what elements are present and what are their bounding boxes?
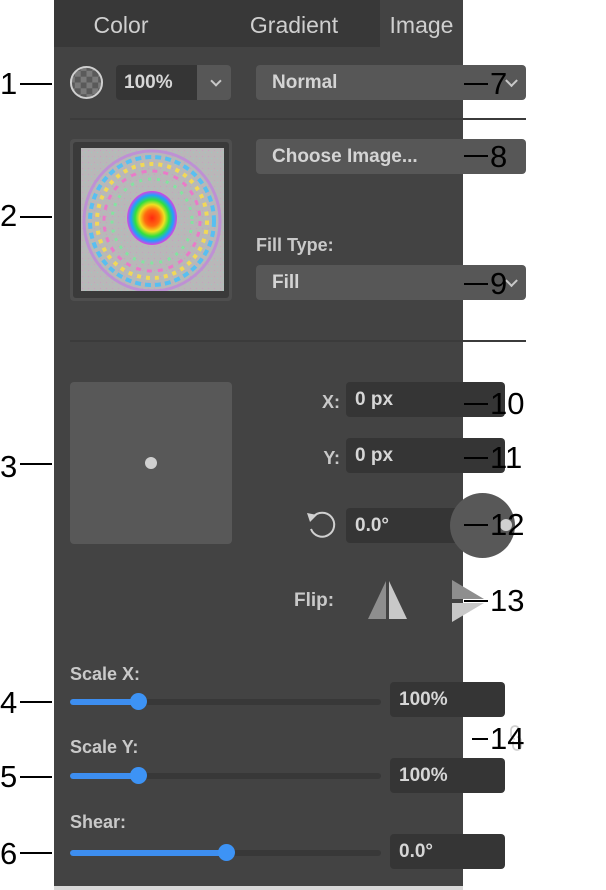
callout-14: 14 <box>490 721 525 756</box>
tab-image[interactable]: Image <box>380 0 463 47</box>
callout-line <box>20 852 52 854</box>
scale-x-label: Scale X: <box>70 664 141 684</box>
callout-line <box>464 155 488 157</box>
shear-input[interactable]: 0.0° <box>390 834 505 869</box>
slider-thumb[interactable] <box>217 844 235 861</box>
callout-line <box>464 283 488 285</box>
scale-y-slider[interactable] <box>70 766 381 786</box>
scale-y-label: Scale Y: <box>70 737 139 757</box>
callout-5: 5 <box>0 759 18 794</box>
tab-gradient[interactable]: Gradient <box>229 0 359 47</box>
panel-edge <box>54 886 463 890</box>
chevron-down-icon <box>210 74 222 87</box>
scale-x-input[interactable]: 100% <box>390 682 505 717</box>
opacity-input[interactable]: 100% <box>116 65 201 100</box>
callout-11: 11 <box>490 440 523 475</box>
image-preview <box>81 148 224 291</box>
callout-6: 6 <box>0 836 18 871</box>
blend-mode-value: Normal <box>272 71 338 93</box>
rotation-input[interactable]: 0.0° <box>346 508 466 543</box>
rotate-ccw-icon <box>307 511 336 538</box>
callout-line <box>464 403 488 405</box>
callout-line <box>20 776 52 778</box>
fill-type-value: Fill <box>272 271 300 293</box>
callout-10: 10 <box>490 386 525 421</box>
callout-12: 12 <box>490 507 525 542</box>
callout-1: 1 <box>0 66 18 101</box>
origin-position-pad[interactable] <box>70 382 232 544</box>
callout-4: 4 <box>0 685 18 720</box>
shear-label: Shear: <box>70 812 127 832</box>
callout-2: 2 <box>0 198 18 233</box>
callout-line <box>464 83 488 85</box>
callout-8: 8 <box>490 139 508 174</box>
origin-handle[interactable] <box>145 457 157 469</box>
flip-horizontal-icon[interactable] <box>366 581 410 619</box>
opacity-dropdown-button[interactable] <box>197 65 231 100</box>
y-offset-input[interactable]: 0 px <box>346 438 505 473</box>
slider-thumb[interactable] <box>130 693 148 710</box>
y-label: Y: <box>323 448 340 468</box>
callout-line <box>20 463 52 465</box>
fill-panel: Color Gradient Image 100% Normal Choose … <box>54 0 526 886</box>
callout-line <box>464 524 488 526</box>
opacity-checker-icon <box>69 65 104 100</box>
x-label: X: <box>322 392 340 412</box>
callout-line <box>472 738 488 740</box>
image-thumbnail[interactable] <box>70 139 232 301</box>
divider <box>70 340 526 342</box>
scale-x-slider[interactable] <box>70 692 381 712</box>
callout-13: 13 <box>490 583 525 618</box>
callout-3: 3 <box>0 449 18 484</box>
slider-fill <box>70 699 139 705</box>
fill-type-label: Fill Type: <box>256 235 334 255</box>
tab-color[interactable]: Color <box>66 0 176 47</box>
callout-line <box>20 216 52 218</box>
callout-line <box>464 457 488 459</box>
tab-bar: Color Gradient Image <box>54 0 463 47</box>
slider-thumb[interactable] <box>130 767 148 784</box>
callout-line <box>464 600 488 602</box>
flip-label: Flip: <box>294 590 335 611</box>
slider-fill <box>70 773 139 779</box>
callout-line <box>20 701 52 703</box>
x-offset-input[interactable]: 0 px <box>346 382 505 417</box>
callout-7: 7 <box>490 66 508 101</box>
scale-y-input[interactable]: 100% <box>390 758 505 793</box>
slider-fill <box>70 850 226 856</box>
divider <box>70 118 526 120</box>
shear-slider[interactable] <box>70 843 381 863</box>
callout-9: 9 <box>490 266 508 301</box>
callout-line <box>20 83 52 85</box>
